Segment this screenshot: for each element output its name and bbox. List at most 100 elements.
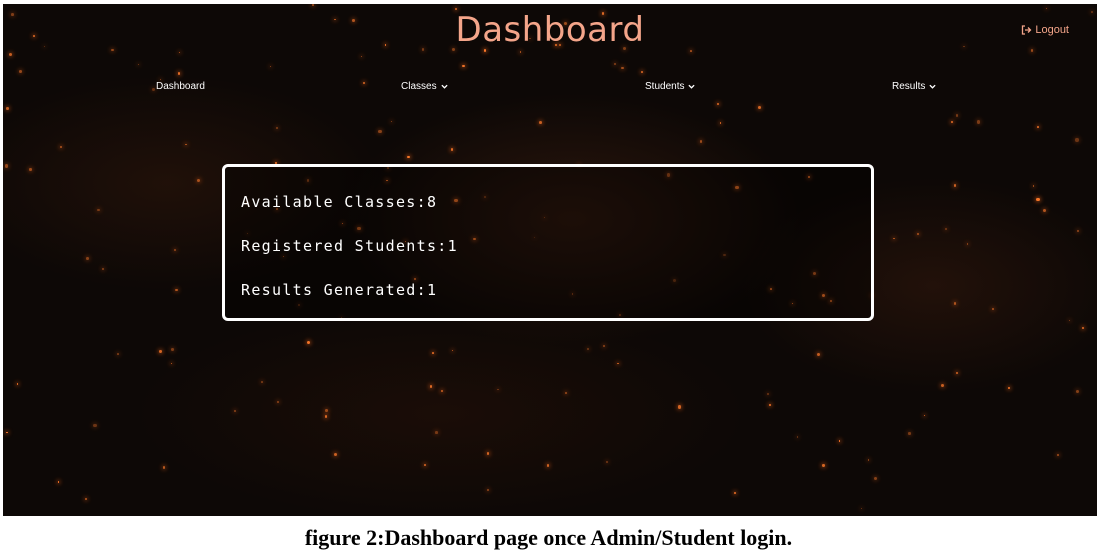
particle [312,4,315,6]
particle [758,106,762,110]
particle [944,228,947,231]
particle [390,120,392,123]
particle [406,155,410,159]
particle [6,107,9,111]
particle [5,164,9,168]
particle [617,362,619,364]
particle [450,148,454,151]
particle [893,237,896,240]
main-nav: Dashboard Classes Students Results [3,81,1097,97]
particle [185,144,187,146]
particle [1082,326,1085,330]
figure-caption: figure 2:Dashboard page once Admin/Stude… [304,525,793,550]
particle [276,127,279,130]
particle [614,62,617,65]
particle [908,432,911,435]
particle [699,140,703,143]
nav-item-label: Results [892,81,926,92]
particle [1076,390,1080,394]
particle [1036,198,1040,202]
particle [16,383,19,385]
particle [424,464,426,466]
particle [234,410,236,412]
particle [1037,125,1039,128]
particle [175,288,178,292]
page-title: Dashboard [455,10,645,50]
particle [546,464,550,468]
particle [1057,454,1060,457]
particle [435,431,438,434]
particle [677,405,682,409]
particle [950,120,954,124]
particle [966,243,969,245]
particle [159,350,162,353]
nav-item-dashboard[interactable]: Dashboard [156,81,205,92]
particle [586,347,589,350]
particle [486,452,490,455]
nav-item-label: Dashboard [156,81,205,92]
particle [861,507,863,509]
particle [621,66,624,70]
logout-label: Logout [1035,24,1069,36]
particle [976,120,981,124]
particle [159,78,161,80]
particle [1042,209,1046,213]
particle [18,70,22,73]
particle [641,70,643,73]
particle [1045,7,1048,10]
particle [955,114,959,117]
nav-item-label: Students [645,81,685,92]
particle [86,257,90,260]
particle [924,414,926,416]
particle [867,459,869,461]
particle [1077,230,1079,232]
particle [822,464,825,467]
particle [1069,320,1071,322]
particle [440,389,444,393]
nav-item-students[interactable]: Students [645,81,696,92]
particle [1032,185,1035,187]
particle [953,184,957,187]
particle [690,50,693,53]
particle [916,232,919,236]
particle [733,492,736,495]
particle [564,391,568,395]
particle [519,51,522,53]
particle [452,349,454,352]
nav-item-label: Classes [401,81,437,92]
particle [431,352,434,354]
particle [769,403,772,407]
particle [992,308,995,311]
particle [307,341,311,345]
nav-item-classes[interactable]: Classes [401,81,448,92]
particle [497,388,499,390]
particle [59,146,62,149]
particle [873,476,877,481]
particle [270,65,272,68]
nav-item-results[interactable]: Results [892,81,936,92]
registered-students-stat: Registered Students:1 [241,237,458,255]
results-generated-stat: Results Generated:1 [241,281,438,299]
particle [137,63,140,66]
particle [539,120,543,124]
available-classes-stat: Available Classes:8 [241,193,438,211]
particle [333,452,338,456]
logout-button[interactable]: Logout [1021,24,1069,36]
particle [57,481,60,483]
particle [766,393,769,396]
particle [173,249,176,252]
particle [487,489,489,491]
particle [276,400,280,404]
particle [1075,138,1079,142]
particle [325,408,329,412]
particle [170,347,174,351]
particle [197,178,201,182]
particle [29,168,32,171]
chevron-down-icon [688,84,696,89]
chevron-down-icon [440,84,448,89]
particle [429,385,433,388]
particle [360,55,362,58]
particle [838,440,841,442]
particle [1008,386,1011,389]
particle [101,267,104,270]
